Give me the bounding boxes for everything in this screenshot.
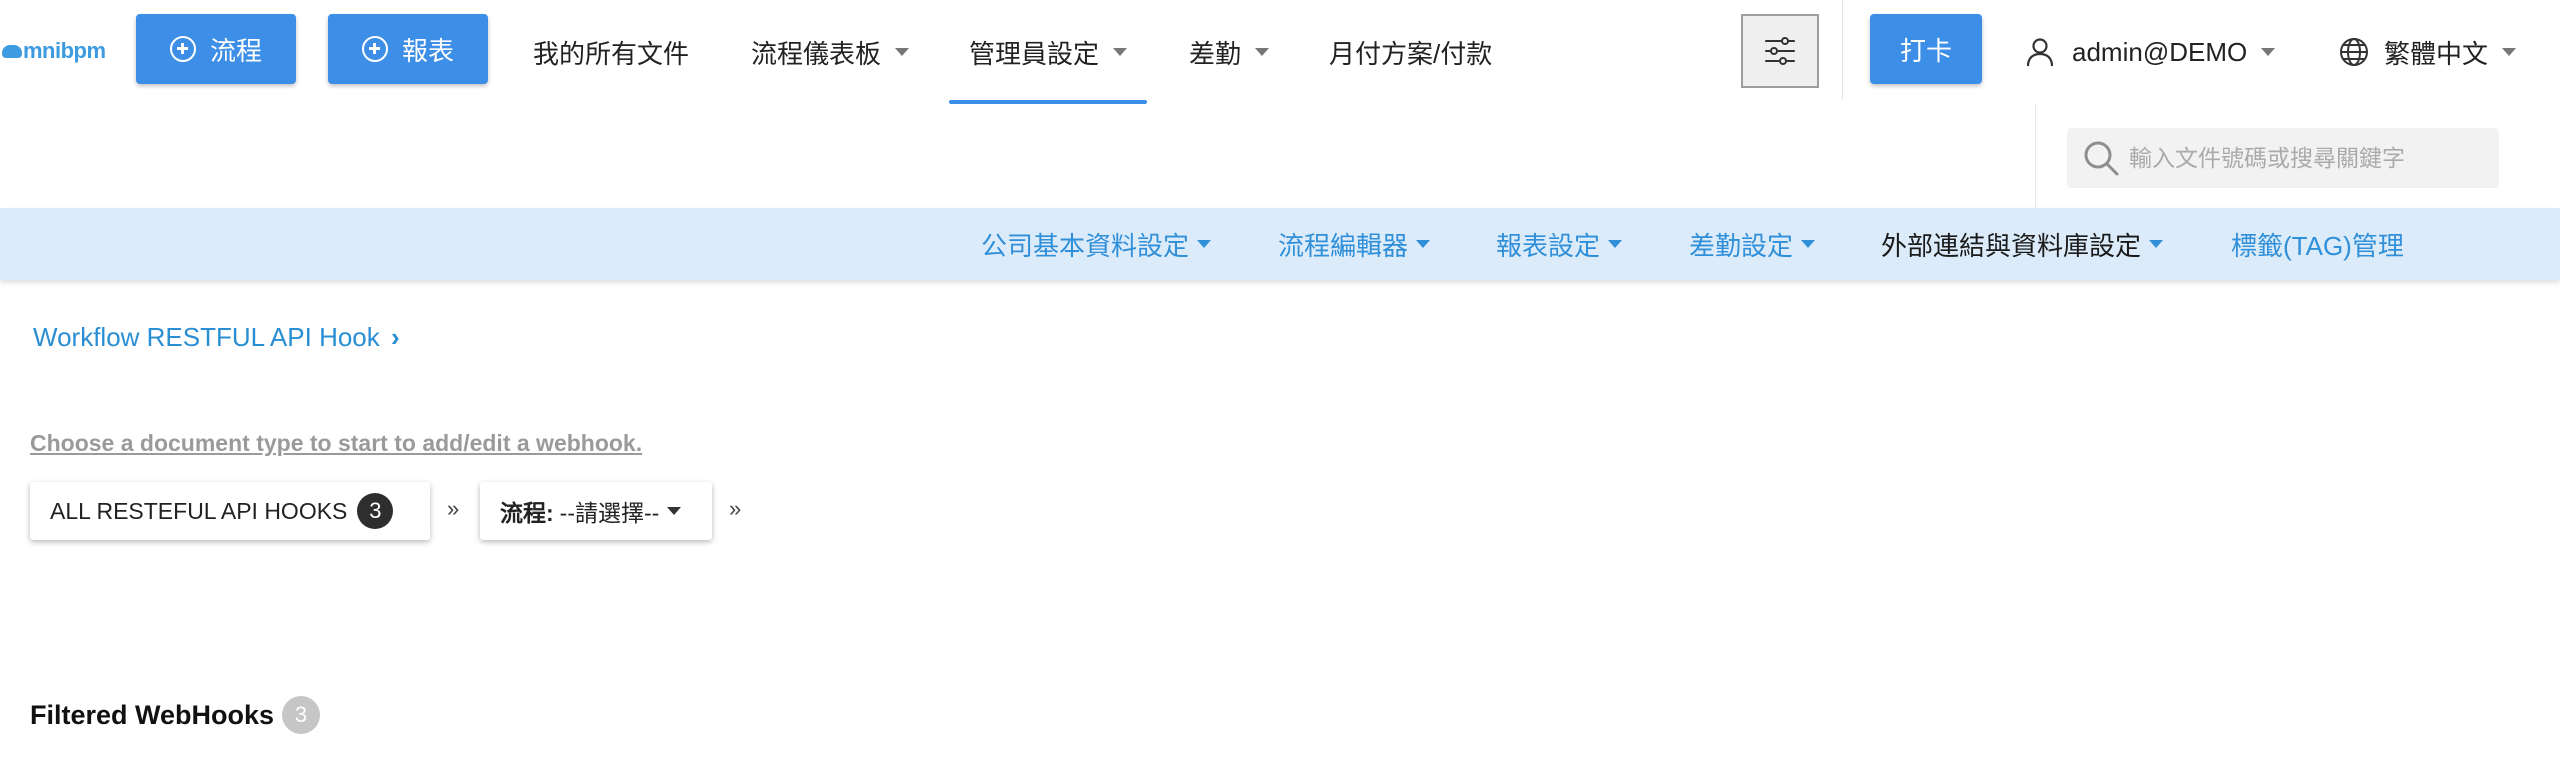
chevron-down-icon [1197,240,1212,248]
plus-circle-icon [169,36,196,62]
sliders-icon [1765,37,1795,65]
top-navbar: mnibpm 流程 報表 我的所有文件 流程儀表板 管理員設定 差勤 月付方案/… [0,0,2560,104]
filter-settings-button[interactable] [1741,14,1819,88]
subnav-report-settings[interactable]: 報表設定 [1496,208,1623,280]
nav-process-dashboard-label: 流程儀表板 [751,38,882,69]
chevron-right-icon: › [391,322,400,352]
nav-my-documents-label: 我的所有文件 [533,38,690,69]
chevron-down-icon [1255,48,1270,56]
punch-clock-label: 打卡 [1899,35,1952,66]
logo-text: mnibpm [23,38,106,63]
webhook-hint: Choose a document type to start to add/e… [30,430,643,456]
subnav-external-links-label: 外部連結與資料庫設定 [1881,230,2142,261]
language-selector[interactable]: 繁體中文 [2338,0,2517,104]
active-tab-indicator [949,100,1147,104]
subnav-attendance-settings[interactable]: 差勤設定 [1689,208,1816,280]
breadcrumb-separator: » [729,496,742,521]
search-area-divider [2035,104,2036,208]
process-type-prefix: 流程: [500,500,554,526]
nav-attendance[interactable]: 差勤 [1189,0,1270,104]
chevron-down-icon [1608,240,1623,248]
omnibpm-logo[interactable]: mnibpm [2,37,106,65]
nav-admin-settings-label: 管理員設定 [969,38,1100,69]
punch-clock-button[interactable]: 打卡 [1870,14,1982,84]
subnav-tag-management-label: 標籤(TAG)管理 [2231,230,2404,261]
chevron-down-icon [1113,48,1128,56]
breadcrumb-separator: » [447,496,460,521]
chevron-down-icon [2261,48,2276,56]
nav-process-dashboard[interactable]: 流程儀表板 [751,0,910,104]
subnav-external-links[interactable]: 外部連結與資料庫設定 [1881,208,2164,280]
breadcrumb[interactable]: Workflow RESTFUL API Hook › [33,322,400,353]
new-process-button[interactable]: 流程 [136,14,296,84]
user-menu[interactable]: admin@DEMO [2024,0,2276,104]
chevron-down-icon [2502,48,2517,56]
new-process-label: 流程 [209,35,262,66]
chevron-down-icon [2149,240,2164,248]
subnav-process-editor-label: 流程編輯器 [1278,230,1409,261]
document-search-box[interactable] [2067,128,2499,188]
search-icon [2084,141,2119,176]
nav-billing[interactable]: 月付方案/付款 [1329,0,1492,104]
chevron-down-icon [1801,240,1816,248]
all-hooks-filter[interactable]: ALL RESTEFUL API HOOKS 3 [30,482,430,540]
cloud-logo-icon [2,44,22,58]
filtered-webhooks-count-badge: 3 [282,696,321,734]
search-input[interactable] [2127,143,2481,173]
subnav-process-editor[interactable]: 流程編輯器 [1278,208,1431,280]
globe-icon [2340,38,2368,66]
user-icon [2026,38,2054,67]
nav-admin-settings[interactable]: 管理員設定 [969,0,1128,104]
nav-attendance-label: 差勤 [1189,38,1242,69]
filtered-webhooks-heading: Filtered WebHooks 3 [30,696,321,734]
chevron-down-icon [895,48,910,56]
user-name: admin@DEMO [2072,36,2248,67]
admin-subnav: 公司基本資料設定 流程編輯器 報表設定 差勤設定 外部連結與資料庫設定 標籤(T… [0,208,2560,280]
nav-billing-label: 月付方案/付款 [1329,38,1493,69]
filtered-webhooks-title: Filtered WebHooks [30,699,275,730]
plus-circle-icon [361,36,388,62]
chevron-down-icon [667,507,682,515]
navbar-divider [1842,0,1843,100]
new-report-label: 報表 [401,35,454,66]
breadcrumb-label: Workflow RESTFUL API Hook [33,322,380,352]
subnav-attendance-settings-label: 差勤設定 [1689,230,1794,261]
process-type-select[interactable]: 流程: --請選擇-- [480,482,712,540]
subnav-company-settings-label: 公司基本資料設定 [981,230,1190,261]
subnav-company-settings[interactable]: 公司基本資料設定 [981,208,1212,280]
subnav-report-settings-label: 報表設定 [1496,230,1601,261]
all-hooks-count-badge: 3 [357,493,394,529]
process-type-value: --請選擇-- [559,500,660,526]
subnav-tag-management[interactable]: 標籤(TAG)管理 [2231,208,2404,280]
all-hooks-label: ALL RESTEFUL API HOOKS [50,497,348,524]
chevron-down-icon [1416,240,1431,248]
language-label: 繁體中文 [2384,38,2489,69]
new-report-button[interactable]: 報表 [328,14,488,84]
nav-my-documents[interactable]: 我的所有文件 [533,0,689,104]
